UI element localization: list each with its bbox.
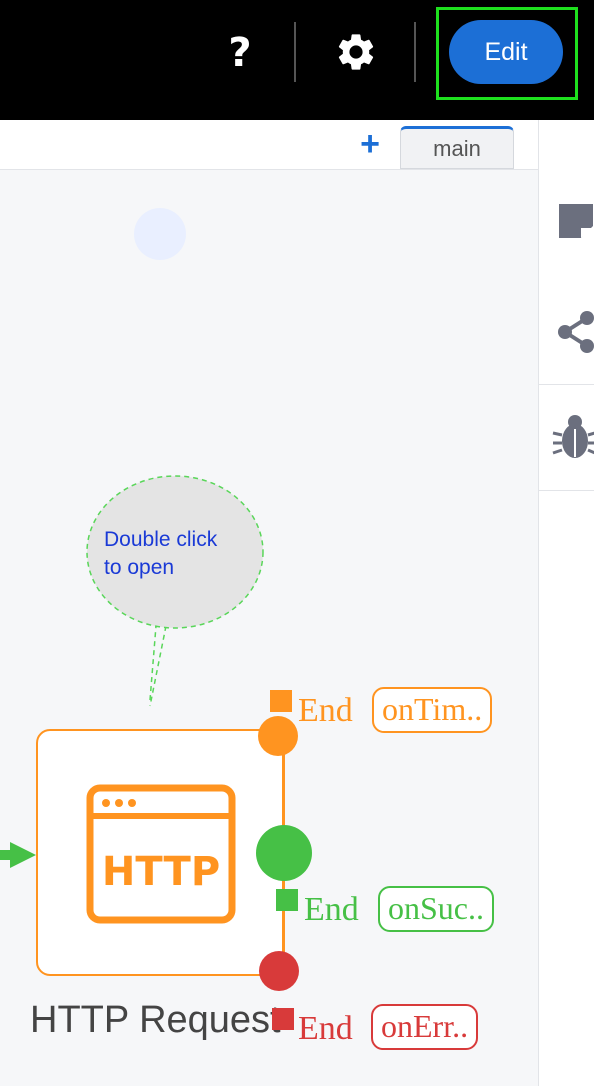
port-error[interactable]: [259, 951, 299, 991]
notes-button[interactable]: [539, 188, 594, 258]
help-button[interactable]: ?: [214, 27, 266, 79]
tab-main[interactable]: main: [400, 126, 514, 169]
right-sidebar: [538, 120, 594, 1086]
edit-button-highlight: Edit: [436, 7, 578, 100]
output-marker-error: [272, 1008, 294, 1030]
sidebar-divider: [539, 490, 594, 491]
note-icon: [559, 204, 593, 238]
chip-on-error[interactable]: onErr..: [371, 1004, 479, 1050]
edit-button[interactable]: Edit: [449, 20, 563, 84]
top-toolbar: ? Edit: [0, 0, 594, 120]
connectors: [283, 736, 285, 970]
end-label-error: End: [298, 1010, 353, 1047]
add-tab-button[interactable]: +: [356, 127, 384, 161]
end-label-success: End: [304, 891, 359, 928]
tab-bar: + main: [0, 120, 538, 170]
chip-on-success[interactable]: onSuc..: [378, 886, 494, 932]
gear-icon: [338, 34, 374, 70]
settings-button[interactable]: [334, 30, 378, 74]
bug-icon: [552, 415, 594, 458]
toolbar-divider: [414, 22, 416, 82]
output-marker-success: [276, 889, 298, 911]
share-icon: [558, 311, 594, 353]
share-button[interactable]: [539, 296, 594, 366]
sidebar-divider: [539, 384, 594, 385]
output-marker-timeout: [270, 690, 292, 712]
debug-button[interactable]: [539, 403, 594, 473]
port-timeout[interactable]: [258, 716, 298, 756]
chip-on-timeout[interactable]: onTim..: [372, 687, 493, 733]
flow-canvas[interactable]: Double click to open HTTP HTTP Request E…: [0, 170, 538, 1086]
toolbar-divider: [294, 22, 296, 82]
end-label-timeout: End: [298, 692, 353, 729]
port-success[interactable]: [256, 825, 312, 881]
